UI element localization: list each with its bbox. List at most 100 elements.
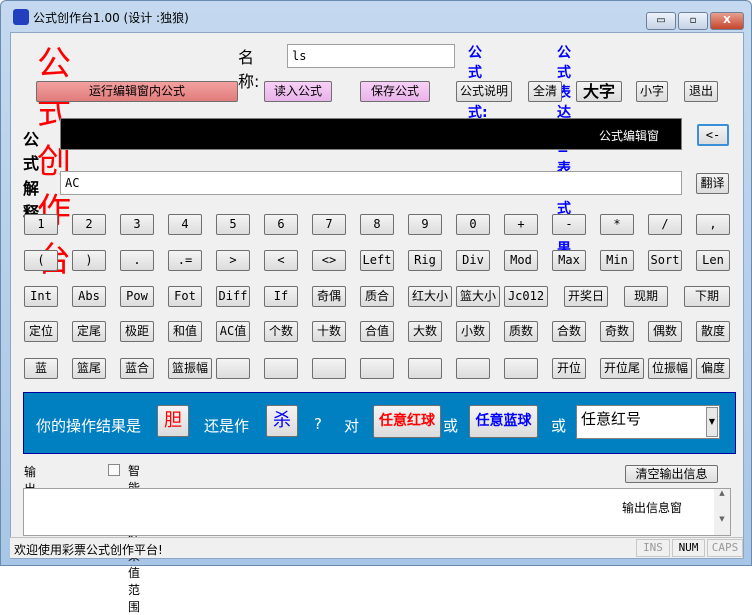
keypad-button[interactable]: 小数 [456, 321, 490, 342]
keypad-button[interactable]: Int [24, 286, 58, 307]
any-red-ball-button[interactable]: 任意红球 [373, 405, 441, 438]
keypad-button[interactable]: 散度 [696, 321, 730, 342]
keypad-button[interactable]: ) [72, 250, 106, 271]
keypad-button[interactable]: 质合 [360, 286, 394, 307]
keypad-button[interactable]: 偶数 [648, 321, 682, 342]
keypad-button[interactable]: Diff [216, 286, 250, 307]
keypad-button[interactable] [456, 358, 490, 379]
keypad-button[interactable]: ( [24, 250, 58, 271]
keypad-button[interactable]: Abs [72, 286, 106, 307]
keypad-button[interactable]: / [648, 214, 682, 235]
translate-button[interactable]: 翻译 [696, 173, 729, 194]
keypad-button[interactable]: 红大小 [408, 286, 452, 307]
explain-input[interactable] [60, 171, 682, 195]
keypad-button[interactable]: Sort [648, 250, 682, 271]
keypad-button[interactable]: 蓝 [24, 358, 58, 379]
keypad-button[interactable]: 开位尾 [600, 358, 644, 379]
keypad-button[interactable] [408, 358, 442, 379]
output-textarea[interactable]: 输出信息窗 ▲ ▼ [23, 488, 731, 536]
clear-all-button[interactable]: 全清 [528, 81, 562, 102]
keypad-button[interactable]: > [216, 250, 250, 271]
keypad-button[interactable]: 9 [408, 214, 442, 235]
keypad-button[interactable]: 奇数 [600, 321, 634, 342]
load-formula-button[interactable]: 读入公式 [264, 81, 332, 102]
keypad-button[interactable] [504, 358, 538, 379]
keypad-button[interactable]: 极距 [120, 321, 154, 342]
keypad-button[interactable]: 篮大小 [456, 286, 500, 307]
keypad-button[interactable] [264, 358, 298, 379]
keypad-button[interactable]: 0 [456, 214, 490, 235]
big-font-button[interactable]: 大字 [576, 81, 622, 102]
keypad-button[interactable]: Max [552, 250, 586, 271]
keypad-button[interactable]: 位振幅 [648, 358, 692, 379]
dan-button[interactable]: 胆 [157, 405, 189, 437]
keypad-button[interactable]: If [264, 286, 298, 307]
formula-editor[interactable]: 公式编辑窗 [60, 118, 682, 150]
run-formula-button[interactable]: 运行编辑窗内公式 [36, 81, 238, 102]
save-formula-button[interactable]: 保存公式 [360, 81, 430, 102]
keypad-button[interactable]: 质数 [504, 321, 538, 342]
keypad-button[interactable]: 现期 [624, 286, 668, 307]
maximize-button[interactable]: ▫ [678, 12, 708, 30]
keypad-button[interactable]: 开奖日 [564, 286, 608, 307]
keypad-button[interactable]: 下期 [684, 286, 730, 307]
exit-button[interactable]: 退出 [684, 81, 718, 102]
keypad-button[interactable] [216, 358, 250, 379]
keypad-button[interactable]: Rig [408, 250, 442, 271]
keypad-button[interactable]: 个数 [264, 321, 298, 342]
minimize-button[interactable]: ▭ [646, 12, 676, 30]
keypad-button[interactable]: 2 [72, 214, 106, 235]
keypad-button[interactable]: 蓝合 [120, 358, 154, 379]
number-select[interactable]: 任意红号 ▼ [576, 405, 720, 439]
keypad-button[interactable]: <> [312, 250, 346, 271]
keypad-button[interactable]: , [696, 214, 730, 235]
keypad-button[interactable]: Len [696, 250, 730, 271]
keypad-button[interactable]: 篮振幅 [168, 358, 212, 379]
keypad-button[interactable]: . [120, 250, 154, 271]
backspace-button[interactable]: <- [697, 124, 729, 146]
output-scrollbar[interactable]: ▲ ▼ [714, 489, 730, 535]
keypad-button[interactable]: 大数 [408, 321, 442, 342]
keypad-button[interactable]: Min [600, 250, 634, 271]
keypad-button[interactable]: 定尾 [72, 321, 106, 342]
keypad-button[interactable]: 奇偶 [312, 286, 346, 307]
small-font-button[interactable]: 小字 [636, 81, 668, 102]
smart-range-checkbox[interactable] [108, 464, 120, 476]
keypad-button[interactable]: 6 [264, 214, 298, 235]
keypad-button[interactable]: 4 [168, 214, 202, 235]
keypad-button[interactable]: 偏度 [696, 358, 730, 379]
keypad-button[interactable]: AC值 [216, 321, 250, 342]
keypad-button[interactable]: Pow [120, 286, 154, 307]
keypad-button[interactable]: Div [456, 250, 490, 271]
name-input[interactable] [287, 44, 455, 68]
keypad-button[interactable]: Fot [168, 286, 202, 307]
keypad-button[interactable]: Left [360, 250, 394, 271]
keypad-button[interactable]: 7 [312, 214, 346, 235]
keypad-button[interactable]: .= [168, 250, 202, 271]
sha-button[interactable]: 杀 [266, 405, 298, 437]
keypad-button[interactable]: 1 [24, 214, 58, 235]
keypad-button[interactable]: 和值 [168, 321, 202, 342]
keypad-button[interactable]: Mod [504, 250, 538, 271]
keypad-button[interactable]: 合值 [360, 321, 394, 342]
keypad-button[interactable]: 十数 [312, 321, 346, 342]
keypad-button[interactable]: Jc012 [504, 286, 548, 307]
keypad-button[interactable]: < [264, 250, 298, 271]
keypad-button[interactable] [312, 358, 346, 379]
keypad-button[interactable]: * [600, 214, 634, 235]
keypad-button[interactable]: 5 [216, 214, 250, 235]
keypad-button[interactable]: 篮尾 [72, 358, 106, 379]
formula-help-button[interactable]: 公式说明 [456, 81, 512, 102]
keypad-button[interactable]: + [504, 214, 538, 235]
keypad-button[interactable] [360, 358, 394, 379]
close-button[interactable]: X [710, 12, 744, 30]
keypad-button[interactable]: 合数 [552, 321, 586, 342]
keypad-button[interactable]: 8 [360, 214, 394, 235]
keypad-button[interactable]: 3 [120, 214, 154, 235]
chevron-down-icon[interactable]: ▼ [706, 407, 718, 437]
keypad-button[interactable]: - [552, 214, 586, 235]
any-blue-ball-button[interactable]: 任意蓝球 [469, 405, 538, 438]
clear-output-button[interactable]: 清空输出信息 [625, 465, 718, 483]
keypad-button[interactable]: 定位 [24, 321, 58, 342]
keypad-button[interactable]: 开位 [552, 358, 586, 379]
